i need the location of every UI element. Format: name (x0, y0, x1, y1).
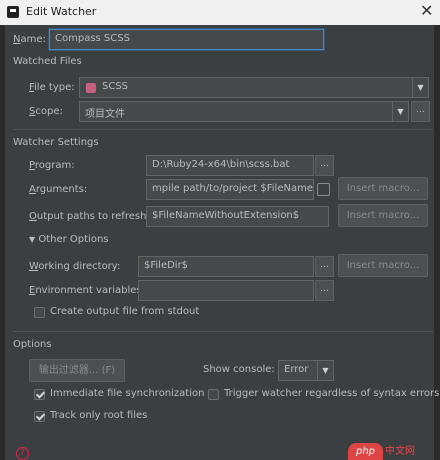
app-icon (7, 6, 19, 18)
expand-icon[interactable] (317, 183, 330, 196)
trigger-watcher-checkbox[interactable] (208, 389, 219, 400)
name-label: Name: (13, 34, 46, 45)
title-bar: Edit Watcher ✕ (0, 0, 440, 25)
create-output-checkbox[interactable] (34, 307, 45, 318)
environment-variables-input[interactable] (138, 280, 314, 301)
watcher-settings-heading: Watcher Settings (13, 137, 99, 148)
other-options-toggle[interactable]: ▼ Other Options (29, 234, 109, 245)
output-paths-label: Output paths to refresh: (29, 211, 150, 222)
file-type-select[interactable]: SCSS ▼ (79, 77, 429, 98)
arguments-label: Arguments: (29, 184, 88, 195)
working-directory-browse-button[interactable]: ... (315, 256, 334, 277)
immediate-sync-checkbox[interactable] (34, 389, 45, 400)
file-type-label: File type: (29, 82, 75, 93)
working-dir-insert-macro-button[interactable]: Insert macro... (338, 254, 428, 277)
triangle-down-icon: ▼ (29, 235, 36, 244)
program-label: Program: (29, 160, 75, 171)
options-heading: Options (13, 339, 52, 350)
working-directory-label: Working directory: (29, 261, 121, 272)
brand-logo-suffix: 中文网 (385, 446, 415, 457)
output-paths-input[interactable]: $FileNameWithoutExtension$ (146, 206, 329, 227)
scss-file-icon (86, 83, 96, 93)
window-title: Edit Watcher (26, 5, 97, 18)
show-console-value: Error (284, 364, 309, 375)
file-type-value: SCSS (102, 81, 129, 92)
show-console-label: Show console: (203, 364, 275, 375)
name-input[interactable]: Compass SCSS (49, 29, 324, 50)
watched-files-heading: Watched Files (13, 56, 82, 67)
arguments-input[interactable]: mpile path/to/project $FileName$ (146, 179, 314, 200)
brand-logo: php (348, 443, 383, 460)
scope-browse-button[interactable]: ... (411, 101, 430, 122)
close-icon[interactable]: ✕ (420, 1, 433, 20)
chevron-down-icon: ▼ (392, 102, 408, 121)
environment-variables-browse-button[interactable]: ... (315, 280, 334, 301)
scope-value: 项目文件 (85, 109, 125, 120)
track-root-label: Track only root files (50, 410, 148, 421)
help-icon[interactable]: ? (16, 447, 29, 460)
output-insert-macro-button[interactable]: Insert macro... (338, 204, 428, 227)
show-console-select[interactable]: Error ▼ (278, 360, 334, 381)
program-input[interactable]: D:\Ruby24-x64\bin\scss.bat (146, 155, 314, 176)
scope-label: Scope: (29, 106, 63, 117)
arguments-insert-macro-button[interactable]: Insert macro... (338, 177, 428, 200)
working-directory-input[interactable]: $FileDir$ (138, 256, 314, 277)
chevron-down-icon: ▼ (412, 78, 428, 97)
create-output-label: Create output file from stdout (50, 306, 200, 317)
immediate-sync-label: Immediate file synchronization (50, 388, 205, 399)
trigger-watcher-label: Trigger watcher regardless of syntax err… (224, 388, 440, 399)
separator (13, 129, 433, 130)
program-browse-button[interactable]: ... (315, 155, 334, 176)
environment-variables-label: Environment variables: (29, 285, 145, 296)
track-root-checkbox[interactable] (34, 411, 45, 422)
separator (13, 331, 433, 332)
chevron-down-icon: ▼ (317, 361, 333, 380)
scope-select[interactable]: 项目文件 ▼ (79, 101, 409, 122)
dialog-body: Name: Compass SCSS Watched Files File ty… (4, 25, 439, 460)
output-filters-button[interactable]: 输出过滤器... (F) (29, 359, 125, 382)
